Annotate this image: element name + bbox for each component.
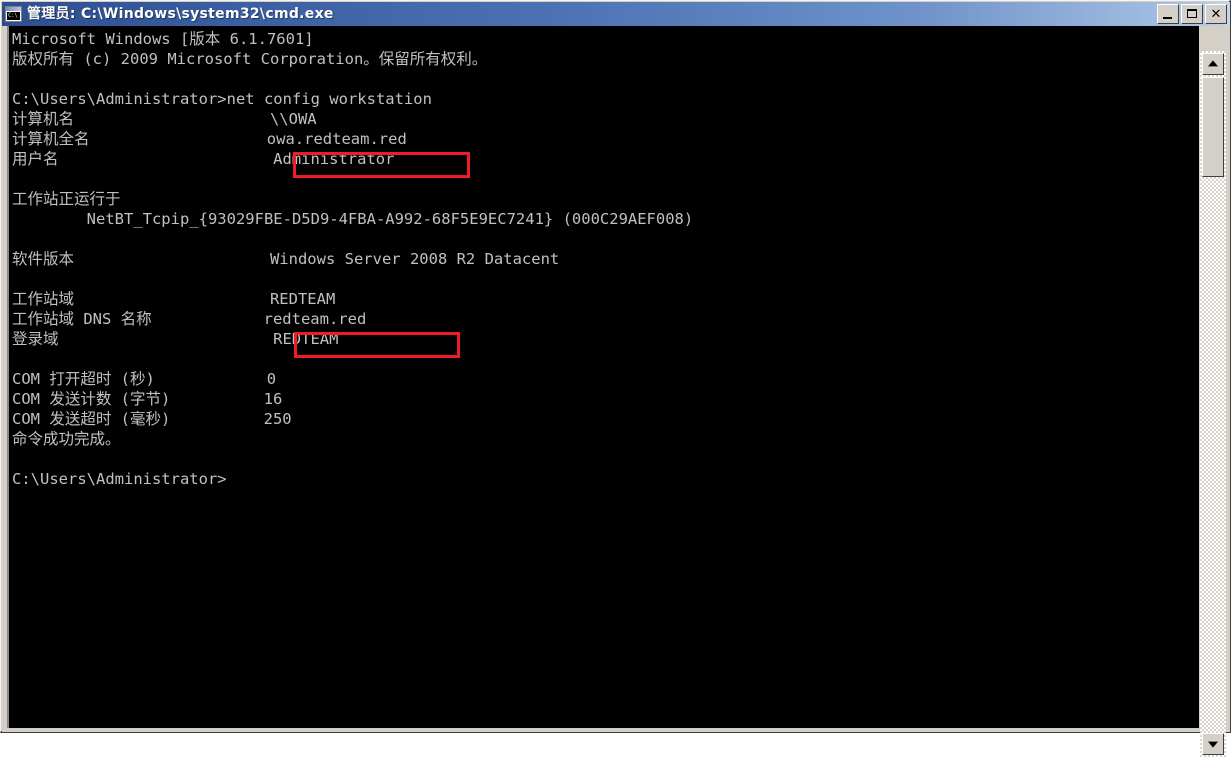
console-line: 计算机名 \\OWA <box>12 110 317 128</box>
console-line: C:\Users\Administrator> <box>12 470 227 488</box>
console-output: Microsoft Windows [版本 6.1.7601] 版权所有 (c) … <box>12 29 693 489</box>
console-client-area: Microsoft Windows [版本 6.1.7601] 版权所有 (c) … <box>2 26 1230 757</box>
cmd-icon-screen: C:\ <box>7 12 20 20</box>
console-line: 工作站域 DNS 名称 redteam.red <box>12 310 367 328</box>
console-line: 用户名 Administrator <box>12 150 395 168</box>
maximize-button[interactable] <box>1181 4 1203 24</box>
console-line: 版权所有 (c) 2009 Microsoft Corporation。保留所有… <box>12 50 488 68</box>
console-line: C:\Users\Administrator>net config workst… <box>12 90 432 108</box>
cmd-icon-titlebar-stripe <box>6 7 21 11</box>
close-icon: ✕ <box>1210 6 1222 22</box>
console-line: NetBT_Tcpip_{93029FBE-D5D9-4FBA-A992-68F… <box>12 210 694 228</box>
maximize-icon <box>1187 9 1197 18</box>
console-line: 软件版本 Windows Server 2008 R2 Datacent <box>12 250 560 268</box>
console-line: 计算机全名 owa.redteam.red <box>12 130 407 148</box>
console-line: COM 发送超时 (毫秒) 250 <box>12 410 292 428</box>
console-line: 命令成功完成。 <box>12 430 121 448</box>
console-line: 工作站正运行于 <box>12 190 121 208</box>
minimize-button[interactable] <box>1157 4 1179 24</box>
vertical-scrollbar[interactable] <box>1200 51 1226 757</box>
scrollbar-thumb[interactable] <box>1202 77 1224 177</box>
chevron-up-icon <box>1208 60 1218 67</box>
scroll-down-button[interactable] <box>1202 733 1224 755</box>
console-line: 工作站域 REDTEAM <box>12 290 336 308</box>
window-buttons: ✕ <box>1157 4 1227 24</box>
chevron-down-icon <box>1208 741 1218 748</box>
console-line: COM 发送计数 (字节) 16 <box>12 390 283 408</box>
close-button[interactable]: ✕ <box>1205 4 1227 24</box>
console-screen[interactable]: Microsoft Windows [版本 6.1.7601] 版权所有 (c) … <box>7 26 1199 728</box>
console-line: Microsoft Windows [版本 6.1.7601] <box>12 30 314 48</box>
minimize-icon <box>1163 17 1172 19</box>
cmd-console-icon[interactable]: C:\ <box>5 6 22 22</box>
window-title: 管理员: C:\Windows\system32\cmd.exe <box>27 6 334 22</box>
console-line: 登录域 REDTEAM <box>12 330 339 348</box>
scroll-up-button[interactable] <box>1202 53 1224 75</box>
cmd-window: C:\ 管理员: C:\Windows\system32\cmd.exe ✕ M… <box>0 0 1231 757</box>
title-bar[interactable]: C:\ 管理员: C:\Windows\system32\cmd.exe ✕ <box>2 2 1230 26</box>
console-line: COM 打开超时 (秒) 0 <box>12 370 277 388</box>
